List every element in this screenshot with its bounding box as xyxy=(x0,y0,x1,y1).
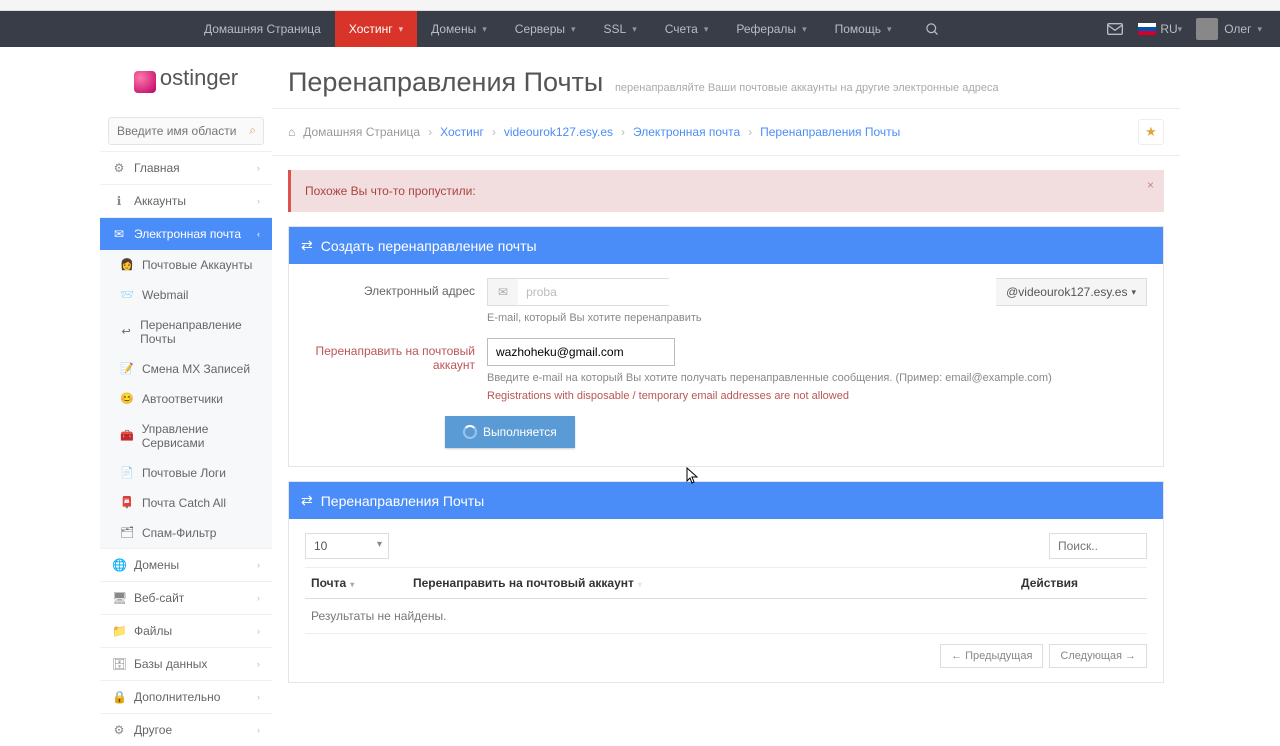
menu-icon: 🌐 xyxy=(112,558,126,572)
sidebar-subitem[interactable]: 📨Webmail xyxy=(100,280,272,310)
col-actions: Действия xyxy=(1015,568,1147,599)
page-title: Перенаправления Почты xyxy=(288,67,603,97)
sidebar-item-главная[interactable]: ⚙Главная› xyxy=(100,152,272,184)
browser-address-bar xyxy=(0,0,1280,11)
sub-icon: 🗂 xyxy=(120,526,134,539)
sub-icon: 📄 xyxy=(120,466,134,479)
page-size-select[interactable]: 10 xyxy=(305,533,389,559)
logo-icon xyxy=(134,71,156,93)
nav-ssl[interactable]: SSL▾ xyxy=(590,11,651,47)
breadcrumb: ⌂ Домашняя Страница › Хостинг › videouro… xyxy=(272,109,1180,156)
sidebar-item-домены[interactable]: 🌐Домены› xyxy=(100,549,272,581)
table-empty: Результаты не найдены. xyxy=(305,599,1147,634)
sub-icon: 👩 xyxy=(120,258,134,271)
nav-помощь[interactable]: Помощь▾ xyxy=(821,11,906,47)
search-icon[interactable]: ⌕ xyxy=(249,123,256,138)
crumb-home[interactable]: Домашняя Страница xyxy=(303,125,420,139)
crumb-hosting[interactable]: Хостинг xyxy=(440,125,484,139)
nav-домашняя-страница[interactable]: Домашняя Страница xyxy=(190,11,335,47)
home-icon: ⌂ xyxy=(288,125,295,139)
forward-label: Перенаправить на почтовый аккаунт xyxy=(305,338,487,402)
sidebar-item-дополнительно[interactable]: 🔒Дополнительно› xyxy=(100,681,272,713)
nav-счета[interactable]: Счета▾ xyxy=(651,11,723,47)
email-local-input[interactable] xyxy=(518,279,689,305)
col-forward[interactable]: Перенаправить на почтовый аккаунт▾ xyxy=(407,568,1015,599)
sidebar-subitem[interactable]: 🧰Управление Сервисами xyxy=(100,414,272,458)
avatar-icon xyxy=(1196,18,1218,40)
sidebar-subitem[interactable]: 📄Почтовые Логи xyxy=(100,458,272,488)
menu-icon: ✉ xyxy=(112,227,126,241)
crumb-domain[interactable]: videourok127.esy.es xyxy=(504,125,613,139)
crumb-email[interactable]: Электронная почта xyxy=(633,125,740,139)
menu-icon: 🔒 xyxy=(112,690,126,704)
spinner-icon xyxy=(463,425,477,439)
forwarders-list-panel: ⇄ Перенаправления Почты 10 Почта▾ Перена… xyxy=(288,481,1164,683)
domain-select[interactable]: @videourok127.esy.es▾ xyxy=(996,278,1147,306)
sub-icon: 😊 xyxy=(120,392,134,405)
panel-title: Создать перенаправление почты xyxy=(321,238,537,254)
sidebar-subitem[interactable]: 📮Почта Catch All xyxy=(100,488,272,518)
lang-switch[interactable]: RU▾ xyxy=(1138,22,1182,36)
table-search-input[interactable] xyxy=(1049,533,1147,559)
sidebar-search-input[interactable] xyxy=(108,117,264,145)
nav-хостинг[interactable]: Хостинг▾ xyxy=(335,11,417,47)
forwarders-table: Почта▾ Перенаправить на почтовый аккаунт… xyxy=(305,567,1147,634)
menu-icon: ⚙ xyxy=(112,723,126,737)
top-nav: Домашняя СтраницаХостинг▾Домены▾Серверы▾… xyxy=(0,11,1280,47)
sidebar: ostinger ⌕ ⚙Главная›ℹАккаунты›✉Электронн… xyxy=(100,47,272,746)
sub-icon: ↩ xyxy=(120,325,132,338)
sidebar-subitem[interactable]: 📝Смена MX Записей xyxy=(100,354,272,384)
page-header: Перенаправления Почты перенаправляйте Ва… xyxy=(272,47,1180,109)
favorite-button[interactable]: ★ xyxy=(1138,119,1164,145)
menu-icon: 🖥 xyxy=(112,591,126,605)
page-subtitle: перенаправляйте Ваши почтовые аккаунты н… xyxy=(615,82,999,94)
sidebar-subitem[interactable]: 😊Автоответчики xyxy=(100,384,272,414)
sub-icon: 📝 xyxy=(120,362,134,375)
pagination: ← Предыдущая Следующая → xyxy=(305,644,1147,668)
sub-icon: 🧰 xyxy=(120,429,134,442)
sidebar-menu: ⚙Главная›ℹАккаунты›✉Электронная почта‹👩П… xyxy=(100,151,272,746)
search-icon[interactable] xyxy=(923,20,941,38)
mail-icon[interactable] xyxy=(1106,20,1124,38)
prev-page-button[interactable]: ← Предыдущая xyxy=(940,644,1043,668)
sidebar-item-аккаунты[interactable]: ℹАккаунты› xyxy=(100,185,272,217)
sidebar-item-другое[interactable]: ⚙Другое› xyxy=(100,714,272,746)
crumb-current: Перенаправления Почты xyxy=(760,125,900,139)
mail-icon: ✉ xyxy=(488,279,518,305)
menu-icon: ⚙ xyxy=(112,161,126,175)
content: Перенаправления Почты перенаправляйте Ва… xyxy=(272,47,1180,746)
email-label: Электронный адрес xyxy=(305,278,487,324)
menu-icon: 📁 xyxy=(112,624,126,638)
forward-warning: Registrations with disposable / temporar… xyxy=(487,390,1147,402)
forward-hint: Введите e-mail на который Вы хотите полу… xyxy=(487,372,1147,384)
share-icon: ⇄ xyxy=(301,237,313,254)
col-email[interactable]: Почта▾ xyxy=(305,568,407,599)
share-icon: ⇄ xyxy=(301,492,313,509)
create-forwarder-panel: ⇄ Создать перенаправление почты Электрон… xyxy=(288,226,1164,467)
logo[interactable]: ostinger xyxy=(100,47,272,111)
menu-icon: 🗄 xyxy=(112,657,126,671)
alert-close-icon[interactable]: × xyxy=(1147,178,1154,192)
user-menu[interactable]: Олег▾ xyxy=(1196,18,1262,40)
nav-домены[interactable]: Домены▾ xyxy=(417,11,501,47)
nav-серверы[interactable]: Серверы▾ xyxy=(501,11,590,47)
forward-to-input[interactable] xyxy=(487,338,675,366)
sidebar-item-файлы[interactable]: 📁Файлы› xyxy=(100,615,272,647)
sub-icon: 📮 xyxy=(120,496,134,509)
next-page-button[interactable]: Следующая → xyxy=(1049,644,1147,668)
nav-рефералы[interactable]: Рефералы▾ xyxy=(722,11,820,47)
error-alert: Похоже Вы что-то пропустили: × xyxy=(288,170,1164,212)
flag-ru-icon xyxy=(1138,23,1156,35)
submit-button[interactable]: Выполняется xyxy=(445,416,575,448)
sidebar-subitem[interactable]: 🗂Спам-Фильтр xyxy=(100,518,272,548)
sidebar-item-веб-сайт[interactable]: 🖥Веб-сайт› xyxy=(100,582,272,614)
sidebar-item-базы-данных[interactable]: 🗄Базы данных› xyxy=(100,648,272,680)
panel-title: Перенаправления Почты xyxy=(321,493,485,509)
email-hint: E-mail, который Вы хотите перенаправить xyxy=(487,312,1147,324)
sidebar-subitem[interactable]: 👩Почтовые Аккаунты xyxy=(100,250,272,280)
sub-icon: 📨 xyxy=(120,288,134,301)
sidebar-item-электронная-почта[interactable]: ✉Электронная почта‹ xyxy=(100,218,272,250)
sidebar-subitem[interactable]: ↩Перенаправление Почты xyxy=(100,310,272,354)
menu-icon: ℹ xyxy=(112,194,126,208)
